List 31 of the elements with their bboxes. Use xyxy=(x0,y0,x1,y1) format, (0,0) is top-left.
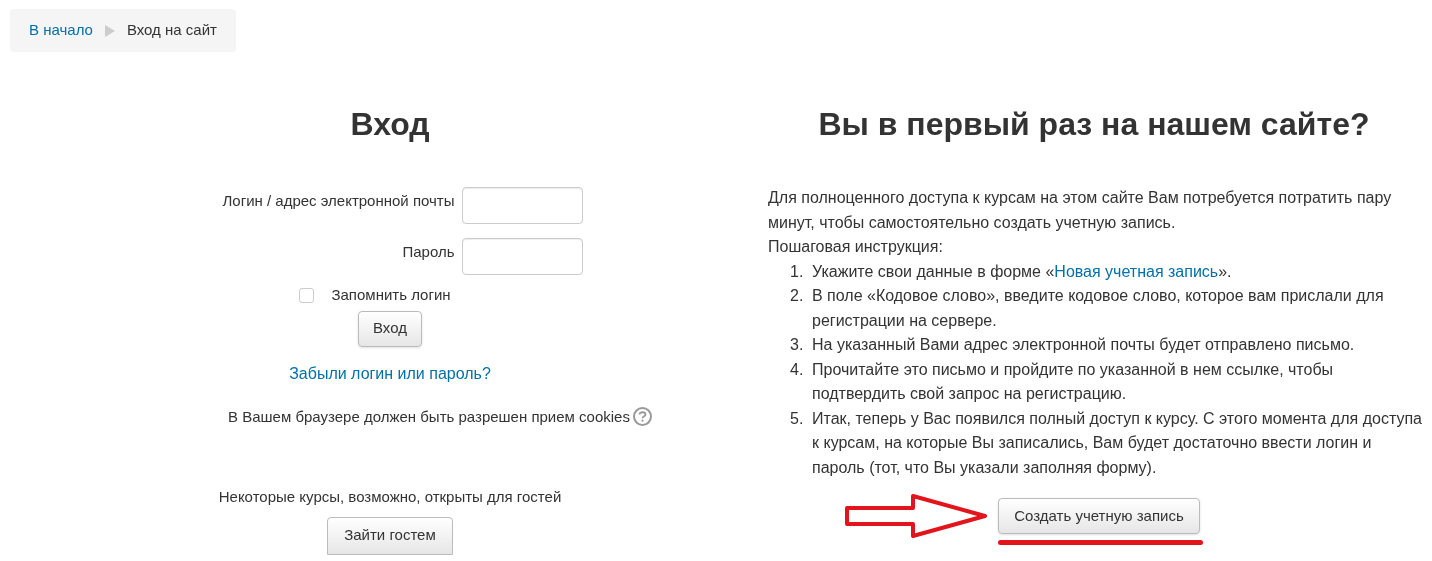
step-number: 3. xyxy=(790,335,805,355)
help-icon[interactable] xyxy=(632,407,652,427)
breadcrumb-current: Вход на сайт xyxy=(126,20,217,41)
guest-note: Некоторые курсы, возможно, открыты для гостей xyxy=(218,487,562,507)
signup-heading: Вы в первый раз на нашем сайте? xyxy=(817,105,1371,144)
separator-icon xyxy=(104,24,115,37)
step-number: 1. xyxy=(790,261,805,282)
breadcrumb-link[interactable]: В начало xyxy=(29,19,93,42)
step-number: 4. xyxy=(790,359,805,380)
login-heading: Вход xyxy=(350,105,430,144)
field-label: Логин / адрес электронной почты xyxy=(222,191,455,212)
step-number: 5. xyxy=(790,408,805,429)
step-text: Укажите свои данные в форме «Новая учетная запись». xyxy=(812,261,1232,282)
password-field[interactable] xyxy=(461,238,583,275)
cookies-note: В Вашем браузере должен быть разрешен прием cookies xyxy=(228,406,630,427)
forgot-password-link[interactable]: Забыли логин или пароль? xyxy=(289,361,491,386)
remember-checkbox[interactable] xyxy=(299,287,315,303)
step-number: 2. xyxy=(790,286,805,306)
step-text: Итак, теперь у Вас появился полный доступ к курсу. С этого момента для доступа к курсам, на которые Вы записались, Вам будет достаточно ввести логин и пароль (тот, что Вы указали заполняя форму). xyxy=(812,408,1423,478)
steps-heading: Пошаговая инструкция: xyxy=(768,237,944,257)
signup-form-link[interactable]: Новая учетная запись xyxy=(1054,262,1219,280)
login-field[interactable] xyxy=(461,187,583,224)
guest-login-button[interactable]: Зайти гостем xyxy=(327,516,453,555)
step-text: Прочитайте это письмо и пройдите по указанной в нем ссылке, чтобы подтвердить свой запрос на регистрацию. xyxy=(812,359,1335,404)
login-button[interactable]: Вход xyxy=(358,310,422,347)
field-label: Пароль xyxy=(402,242,455,263)
step-text: На указанный Вами адрес электронной почты будет отправлено письмо. xyxy=(812,335,1355,355)
step-text: В поле «Кодовое слово», введите кодовое слово, которое вам прислали для регистрации на сервере. xyxy=(812,286,1385,331)
intro-text: Для полноценного доступа к курсам на этом сайте Вам потребуется потратить пару минут, чтобы самостоятельно создать учетную запись. xyxy=(768,188,1393,233)
create-account-button[interactable]: Создать учетную запись xyxy=(998,498,1200,534)
remember-label: Запомнить логин xyxy=(331,285,451,305)
